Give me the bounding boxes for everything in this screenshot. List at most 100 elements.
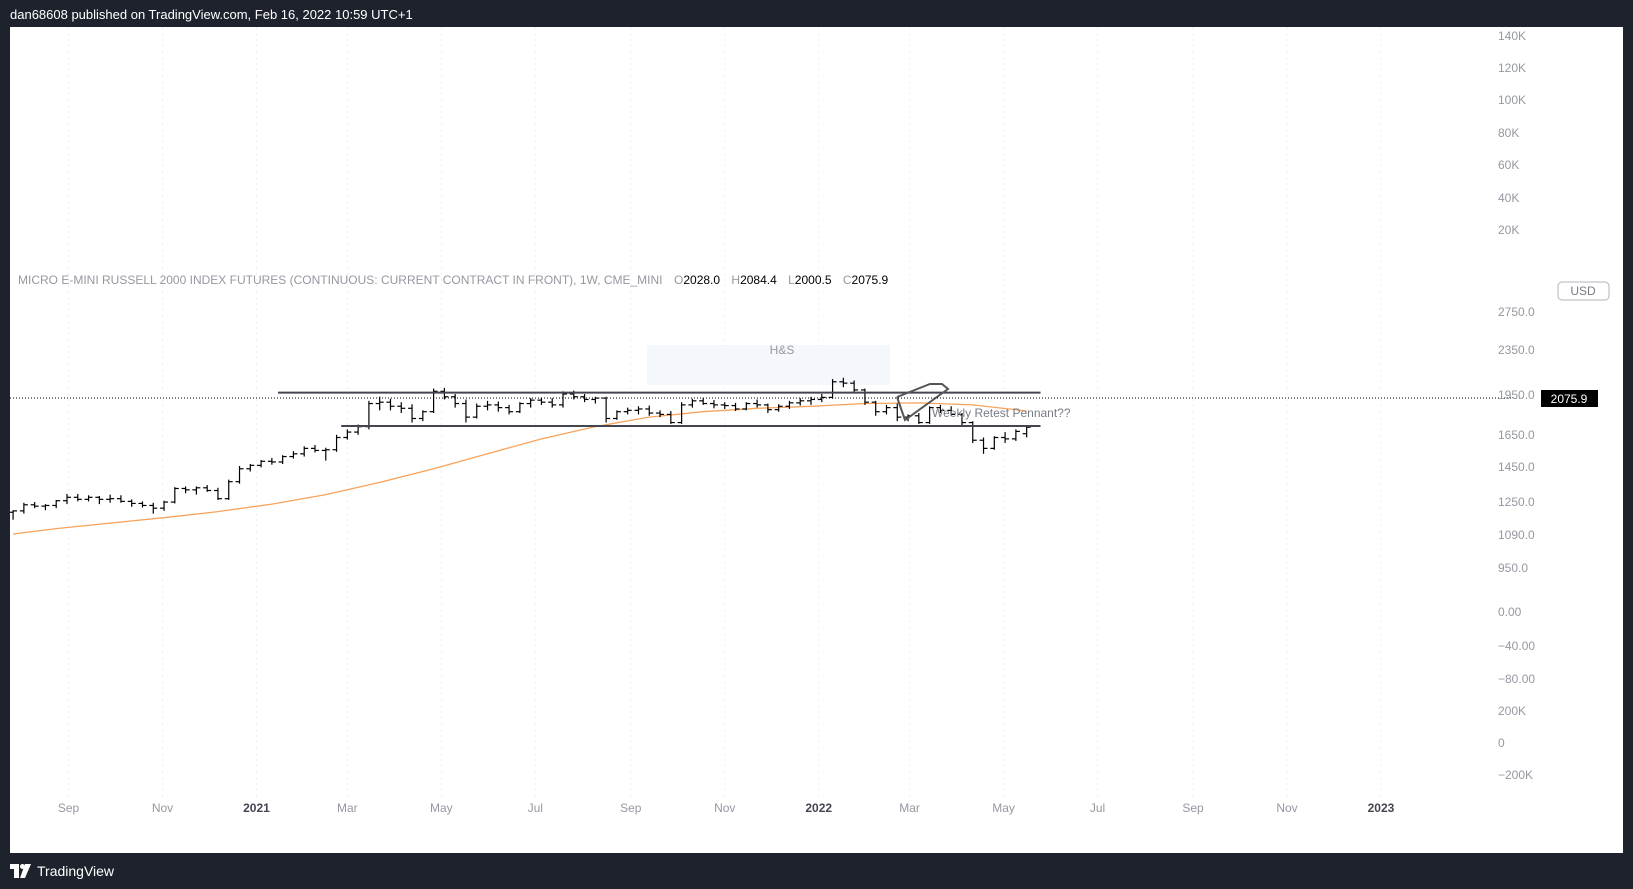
ohlc-bar-23 (257, 459, 266, 468)
ohlc-bar-58 (634, 406, 643, 415)
last-price-badge: 2075.9 (1541, 390, 1598, 407)
ohlc-bar-45 (494, 401, 503, 412)
ohlc-bar-48 (526, 398, 535, 408)
ohlc-bar-1 (19, 502, 28, 514)
ohlc-bar-94 (1022, 426, 1031, 438)
price-tick-6: 1090.0 (1498, 528, 1535, 542)
legend-c-label: C (843, 273, 852, 287)
ohlc-bar-79 (860, 388, 869, 405)
ohlc-bar-16 (181, 486, 190, 494)
pane-tick-3: 80K (1498, 126, 1519, 140)
time-tick-11: Jul (1090, 801, 1105, 815)
ohlc-bar-55 (602, 396, 611, 423)
ohlc-bar-66 (720, 402, 729, 409)
publish-info: dan68608 published on TradingView.com, F… (10, 7, 413, 22)
ohlc-bar-69 (753, 399, 762, 408)
legend-ohlc: O2028.0 H2084.4 L2000.5 C2075.9 (674, 273, 889, 287)
ohlc-bar-19 (213, 487, 222, 501)
time-tick-1: Nov (152, 801, 173, 815)
horizontal-lines-layer (278, 391, 1041, 427)
pane-tick-7: 0.00 (1498, 605, 1522, 619)
ohlc-bar-2 (30, 502, 39, 509)
ohlc-bar-93 (1011, 429, 1020, 441)
ohlc-bar-35 (386, 398, 395, 411)
ohlc-bar-91 (990, 436, 999, 450)
time-tick-10: May (992, 801, 1015, 815)
ohlc-bar-51 (559, 391, 568, 408)
ohlc-bar-43 (472, 403, 481, 419)
currency-button[interactable]: USD (1557, 281, 1610, 301)
ohlc-bar-44 (483, 400, 492, 411)
pane-tick-8: −40.00 (1498, 639, 1535, 653)
ohlc-bar-36 (397, 402, 406, 414)
ohlc-bar-24 (267, 457, 276, 465)
time-tick-4: May (430, 801, 453, 815)
time-tick-14: 2023 (1368, 801, 1395, 815)
price-tick-1: 2350.0 (1498, 343, 1535, 357)
ohlc-bar-6 (73, 493, 82, 502)
pane-tick-9: −80.00 (1498, 672, 1535, 686)
ohlc-bar-50 (548, 398, 557, 408)
tradingview-logo-icon (10, 864, 31, 878)
price-axis[interactable]: 2750.0 2350.0 1950.0 1650.0 1450.0 1250.0 1090… (1498, 29, 1535, 782)
ohlc-bar-12 (138, 501, 147, 508)
ohlc-bar-59 (645, 405, 654, 416)
currency-label: USD (1570, 284, 1596, 298)
ohlc-bar-22 (246, 464, 255, 472)
time-tick-8: 2022 (805, 801, 832, 815)
ohlc-bar-3 (41, 504, 50, 511)
hs-label: H&S (770, 343, 795, 357)
ohlc-bar-49 (537, 397, 546, 405)
ohlc-bar-0 (10, 510, 18, 520)
ohlc-bar-46 (505, 404, 514, 415)
ohlc-bar-8 (95, 495, 104, 505)
ohlc-bar-21 (235, 466, 244, 484)
footer-bar: TradingView (0, 853, 1633, 889)
ohlc-bar-20 (224, 479, 233, 501)
ohlc-bar-29 (321, 447, 330, 461)
ohlc-bar-81 (882, 404, 891, 415)
ohlc-bar-90 (979, 437, 988, 454)
ohlc-bars-layer (10, 377, 1031, 520)
ohlc-bar-26 (289, 451, 298, 459)
ohlc-bar-61 (666, 411, 675, 424)
legend-l-value: 2000.5 (795, 273, 832, 287)
ohlc-bar-5 (62, 493, 71, 505)
price-tick-3: 1650.0 (1498, 428, 1535, 442)
price-tick-5: 1250.0 (1498, 495, 1535, 509)
time-tick-9: Mar (899, 801, 920, 815)
ohlc-bar-4 (52, 500, 61, 509)
ohlc-bar-17 (192, 486, 201, 495)
price-tick-0: 2750.0 (1498, 305, 1535, 319)
time-tick-13: Nov (1276, 801, 1297, 815)
time-axis[interactable]: Sep Nov 2021 Mar May Jul Sep Nov 2022 Mar May Jul Se… (58, 801, 1395, 815)
hs-shade-layer (647, 345, 890, 385)
ohlc-bar-73 (796, 398, 805, 406)
ohlc-bar-89 (968, 421, 977, 443)
tradingview-logo[interactable]: TradingView (10, 863, 114, 879)
time-tick-12: Sep (1182, 801, 1204, 815)
pennant-label: Weekly Retest Pennant?? (932, 406, 1071, 420)
pane-tick-10: 200K (1498, 704, 1526, 718)
hs-shade-rect (647, 345, 890, 385)
legend-c-value: 2075.9 (852, 273, 889, 287)
pane-tick-1: 120K (1498, 61, 1526, 75)
time-tick-3: Mar (337, 801, 358, 815)
pane-tick-6: 20K (1498, 223, 1519, 237)
ohlc-bar-18 (203, 485, 212, 492)
chart-area[interactable]: H&S Weekly Retest Pennant?? MICRO E-MINI… (10, 27, 1623, 853)
legend-o-value: 2028.0 (683, 273, 720, 287)
ohlc-bar-37 (408, 404, 417, 423)
legend-h-label: H (731, 273, 740, 287)
chart-legend: MICRO E-MINI RUSSELL 2000 INDEX FUTURES … (18, 273, 889, 287)
ohlc-bar-92 (1001, 432, 1010, 443)
ohlc-bar-41 (451, 394, 460, 408)
chart-svg[interactable]: H&S Weekly Retest Pennant?? MICRO E-MINI… (10, 27, 1623, 853)
pane-tick-12: −200K (1498, 768, 1533, 782)
moving-average-layer (13, 402, 1027, 535)
price-tick-4: 1450.0 (1498, 460, 1535, 474)
ohlc-bar-84 (914, 413, 923, 424)
legend-symbol: MICRO E-MINI RUSSELL 2000 INDEX FUTURES … (18, 273, 663, 287)
tradingview-brand: TradingView (37, 863, 115, 879)
pane-tick-5: 40K (1498, 191, 1519, 205)
